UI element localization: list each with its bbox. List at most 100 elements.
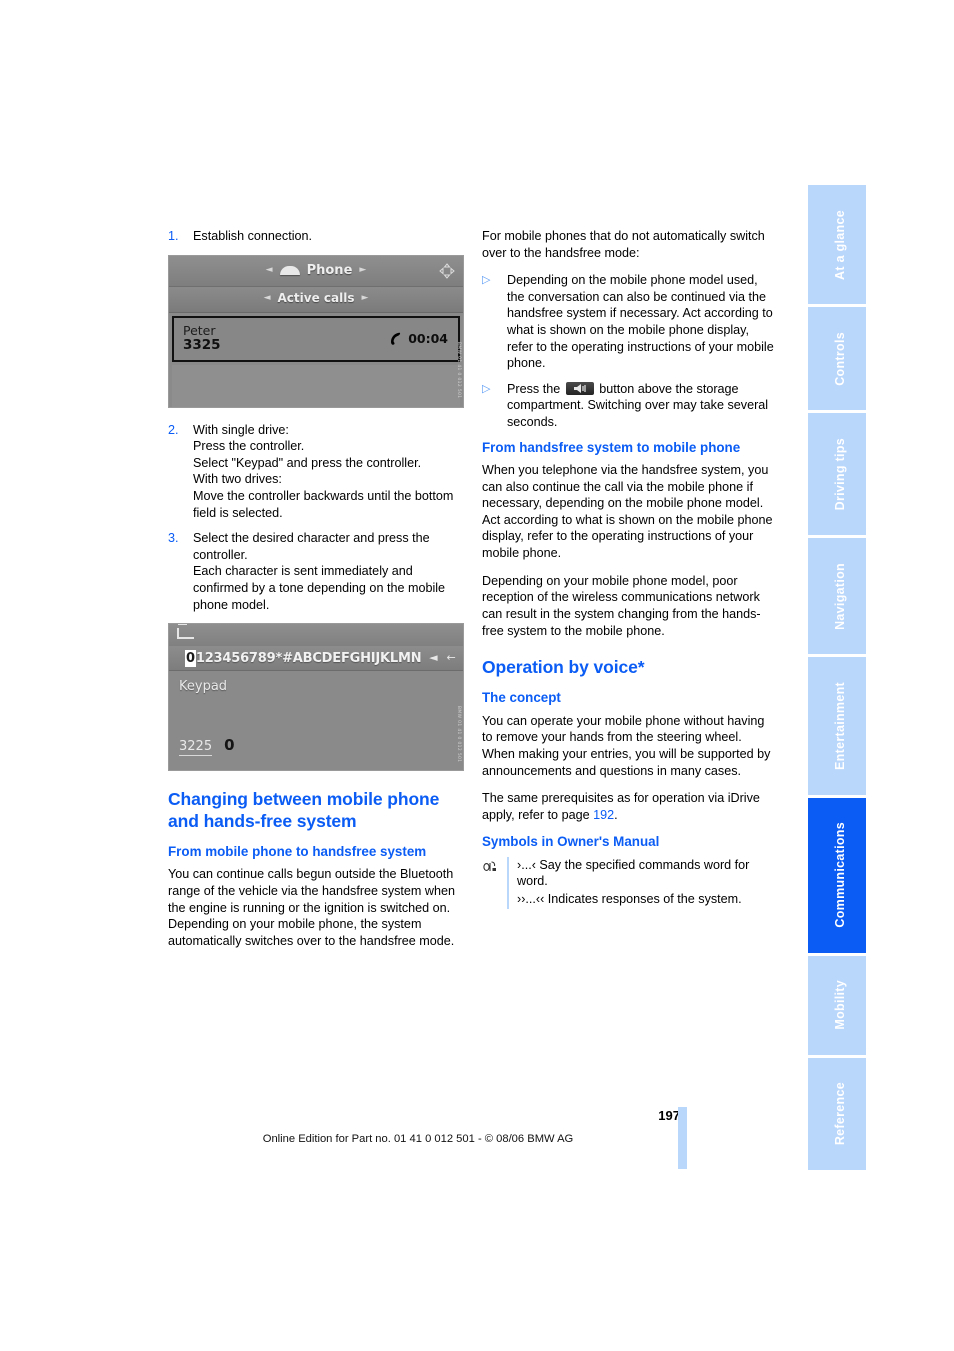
subheading-mobile-to-handsfree: From mobile phone to handsfree system: [168, 844, 427, 859]
step-line: Each character is sent immediately and c…: [193, 564, 449, 612]
triangle-bullet-icon: ▷: [482, 382, 491, 395]
tab-label: Communications: [833, 822, 847, 928]
tab-reference[interactable]: Reference: [808, 1057, 866, 1171]
subheading-the-concept: The concept: [482, 690, 561, 706]
tab-navigation[interactable]: Navigation: [808, 538, 866, 655]
idrive-display-keypad: 0 123456789*#ABCDEFGHIJKLMN ◄ ← Keypad 32…: [168, 623, 464, 772]
arrow-left-icon: ◄: [263, 293, 271, 304]
step-line: Press the controller.: [193, 439, 305, 454]
intro-paragraph: For mobile phones that do not automatica…: [482, 229, 765, 260]
symbol-response-line: ››...‹‹ Indicates responses of the syste…: [517, 892, 742, 907]
caller-number: 3325: [183, 337, 221, 354]
keypad-current-char: 0: [224, 736, 235, 755]
prereq-period: .: [614, 807, 618, 822]
arrow-left-icon: ◄: [265, 264, 273, 275]
bullet-item: ▷ Depending on the mobile phone model us…: [482, 272, 778, 372]
voice-microphone-icon: [482, 857, 507, 909]
symbols-text: ›...‹ Say the specified commands word fo…: [507, 856, 778, 909]
tab-label: Entertainment: [833, 682, 847, 770]
step-item: 1. Establish connection.: [168, 228, 464, 245]
prerequisites-paragraph: The same prerequisites as for operation …: [482, 790, 778, 823]
step-line: With single drive:: [193, 422, 289, 437]
body-paragraph: Depending on your mobile phone model, po…: [482, 573, 761, 638]
call-duration: 00:04: [408, 330, 448, 346]
keypad-label: Keypad: [179, 679, 228, 695]
step-text: With single drive: Press the controller.…: [193, 422, 464, 522]
keypad-character-strip[interactable]: 0 123456789*#ABCDEFGHIJKLMN ◄ ←: [169, 646, 463, 672]
tab-at-a-glance[interactable]: At a glance: [808, 185, 866, 305]
keypad-selected-char: 0: [185, 649, 196, 667]
symbols-block: ›...‹ Say the specified commands word fo…: [482, 856, 778, 909]
display-empty-row: [172, 364, 460, 407]
return-icon: [177, 624, 194, 640]
keypad-top-bar: [169, 624, 463, 647]
image-watermark: BMW 01 41 0 012 501: [456, 342, 461, 399]
step-number: 2.: [168, 422, 179, 437]
bullet-text-before: Press the: [507, 381, 561, 396]
step-text: Establish connection.: [193, 229, 313, 243]
phone-handset-icon: [389, 332, 402, 346]
display-title: Phone: [306, 263, 353, 279]
display-title-bar: ◄ Phone ►: [169, 255, 463, 287]
tab-communications[interactable]: Communications: [808, 797, 866, 953]
step-item: 2. With single drive: Press the controll…: [168, 422, 464, 522]
keypad-backspace-button[interactable]: ←: [445, 651, 457, 666]
body-paragraph: You can operate your mobile phone withou…: [482, 713, 771, 778]
section-tab-rail: At a glance Controls Driving tips Naviga…: [808, 185, 866, 1171]
step-line: Move the controller backwards until the …: [193, 489, 457, 520]
keypad-sent-digits: 3225: [179, 738, 213, 757]
section-heading-operation-by-voice: Operation by voice*: [482, 657, 645, 678]
bullet-text: Depending on the mobile phone model used…: [507, 273, 774, 371]
tab-label: Reference: [833, 1082, 847, 1146]
step-number: 1.: [168, 229, 179, 243]
left-column: 1. Establish connection. ◄ Phone ► ◄ Act…: [168, 228, 464, 960]
step-number: 3.: [168, 531, 179, 546]
call-status: 00:04: [389, 330, 448, 347]
tab-driving-tips[interactable]: Driving tips: [808, 413, 866, 536]
handsfree-speaker-button-icon: [565, 381, 594, 395]
bullet-item: ▷ Press the button above the storage com…: [482, 381, 778, 431]
section-heading-changing: Changing between mobile phone and hands-…: [168, 789, 440, 831]
step-line: Select "Keypad" and press the controller…: [193, 455, 422, 470]
keypad-entry-row: 3225 0: [179, 736, 235, 757]
tab-label: Controls: [833, 331, 847, 386]
arrow-right-icon: ►: [361, 293, 369, 304]
keypad-prev-button[interactable]: ◄: [427, 651, 439, 666]
tab-label: At a glance: [833, 209, 847, 280]
bullet-text: Press the button above the storage compa…: [507, 381, 778, 431]
footer-text: Online Edition for Part no. 01 41 0 012 …: [262, 1133, 574, 1145]
active-call-row[interactable]: Peter 3325 00:04: [172, 315, 460, 362]
subheading-symbols: Symbols in Owner's Manual: [482, 834, 660, 850]
body-paragraph: You can continue calls begun outside the…: [168, 867, 456, 948]
tab-label: Navigation: [833, 562, 847, 630]
tab-mobility[interactable]: Mobility: [808, 955, 866, 1055]
page-number: 197: [658, 1108, 680, 1123]
tab-label: Mobility: [833, 980, 847, 1030]
prereq-text: The same prerequisites as for operation …: [482, 791, 760, 822]
tab-controls[interactable]: Controls: [808, 307, 866, 411]
page-reference-link[interactable]: 192: [593, 808, 614, 822]
step-item: 3. Select the desired character and pres…: [168, 530, 464, 613]
manual-page: 1. Establish connection. ◄ Phone ► ◄ Act…: [0, 0, 954, 1351]
keypad-char-run: 123456789*#ABCDEFGHIJKLMN: [195, 650, 422, 666]
tab-label: Driving tips: [833, 438, 847, 511]
tab-entertainment[interactable]: Entertainment: [808, 657, 866, 795]
body-paragraph: When you telephone via the handsfree sys…: [482, 463, 773, 561]
symbol-say-line: ›...‹ Say the specified commands word fo…: [517, 857, 750, 889]
handset-icon: [279, 266, 300, 276]
image-watermark: BMW 01 41 0 012 501: [456, 705, 461, 763]
step-line: With two drives:: [193, 472, 282, 487]
crosshair-icon: [439, 262, 455, 279]
keypad-characters: 0 123456789*#ABCDEFGHIJKLMN: [185, 649, 422, 667]
caller-name: Peter: [183, 322, 216, 338]
step-text: Select the desired character and press t…: [193, 530, 464, 613]
arrow-right-icon: ►: [359, 264, 367, 275]
triangle-bullet-icon: ▷: [482, 274, 491, 287]
display-subtitle-bar: ◄ Active calls ►: [169, 286, 463, 313]
subheading-handsfree-to-mobile: From handsfree system to mobile phone: [482, 439, 741, 455]
step-line: Select the desired character and press t…: [193, 531, 434, 562]
right-column: For mobile phones that do not automatica…: [482, 228, 778, 909]
idrive-display-active-call: ◄ Phone ► ◄ Active calls ► Peter 3325 00…: [168, 254, 464, 408]
display-subtitle: Active calls: [277, 291, 355, 306]
page-number-bar: [678, 1107, 687, 1169]
